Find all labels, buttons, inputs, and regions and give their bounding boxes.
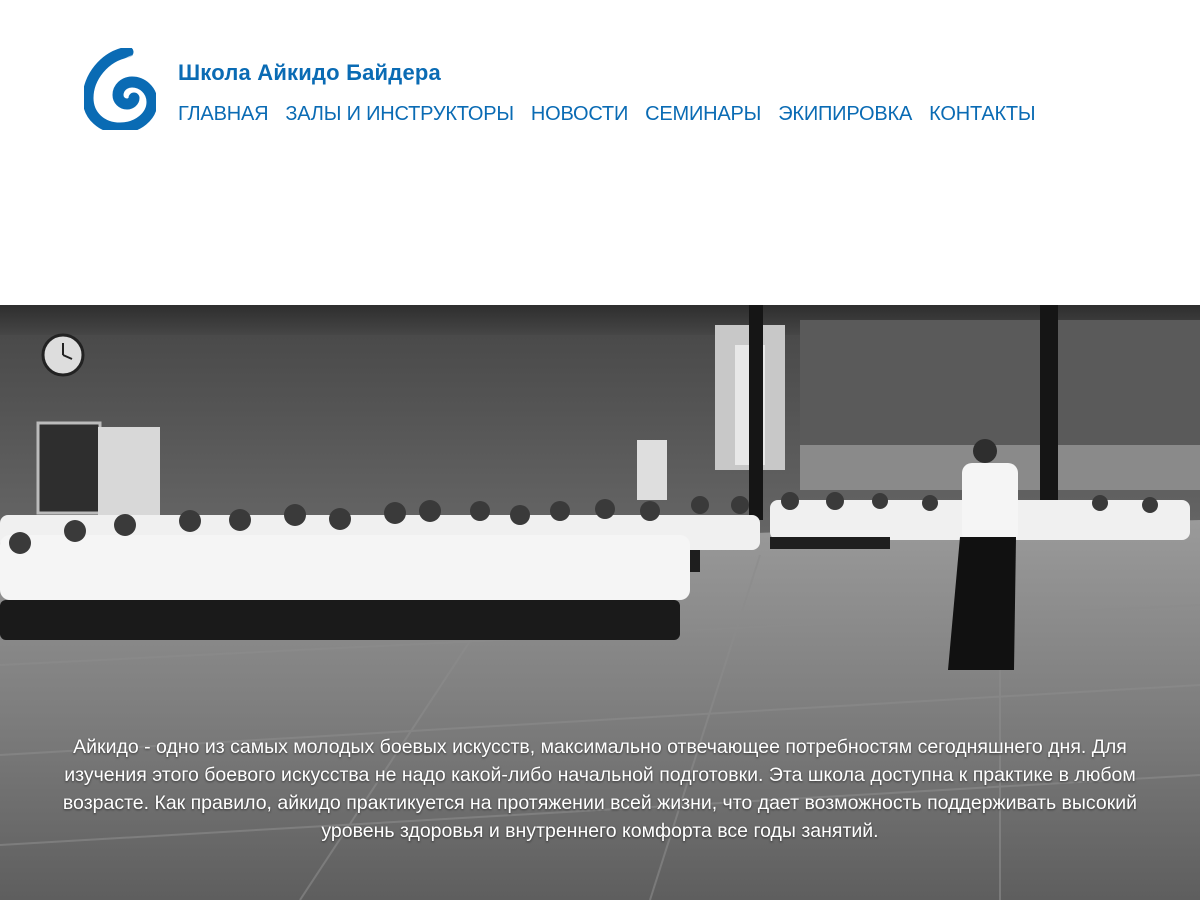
nav-item-news[interactable]: НОВОСТИ [531, 103, 628, 126]
enso-logo-icon[interactable] [82, 46, 158, 134]
hero-description: Айкидо - одно из самых молодых боевых ис… [62, 736, 1138, 842]
hero-banner: Айкидо - одно из самых молодых боевых ис… [0, 305, 1200, 900]
nav-item-home[interactable]: ГЛАВНАЯ [178, 103, 269, 126]
nav-item-halls-instructors[interactable]: ЗАЛЫ И ИНСТРУКТОРЫ [285, 103, 514, 126]
nav-item-seminars[interactable]: СЕМИНАРЫ [645, 103, 761, 126]
main-navigation: ГЛАВНАЯ ЗАЛЫ И ИНСТРУКТОРЫ НОВОСТИ СЕМИН… [178, 103, 1036, 126]
nav-item-contacts[interactable]: КОНТАКТЫ [929, 103, 1035, 126]
site-title[interactable]: Школа Айкидо Байдера [178, 60, 441, 86]
site-header: Школа Айкидо Байдера ГЛАВНАЯ ЗАЛЫ И ИНСТ… [0, 0, 1200, 305]
nav-item-equipment[interactable]: ЭКИПИРОВКА [778, 103, 912, 126]
